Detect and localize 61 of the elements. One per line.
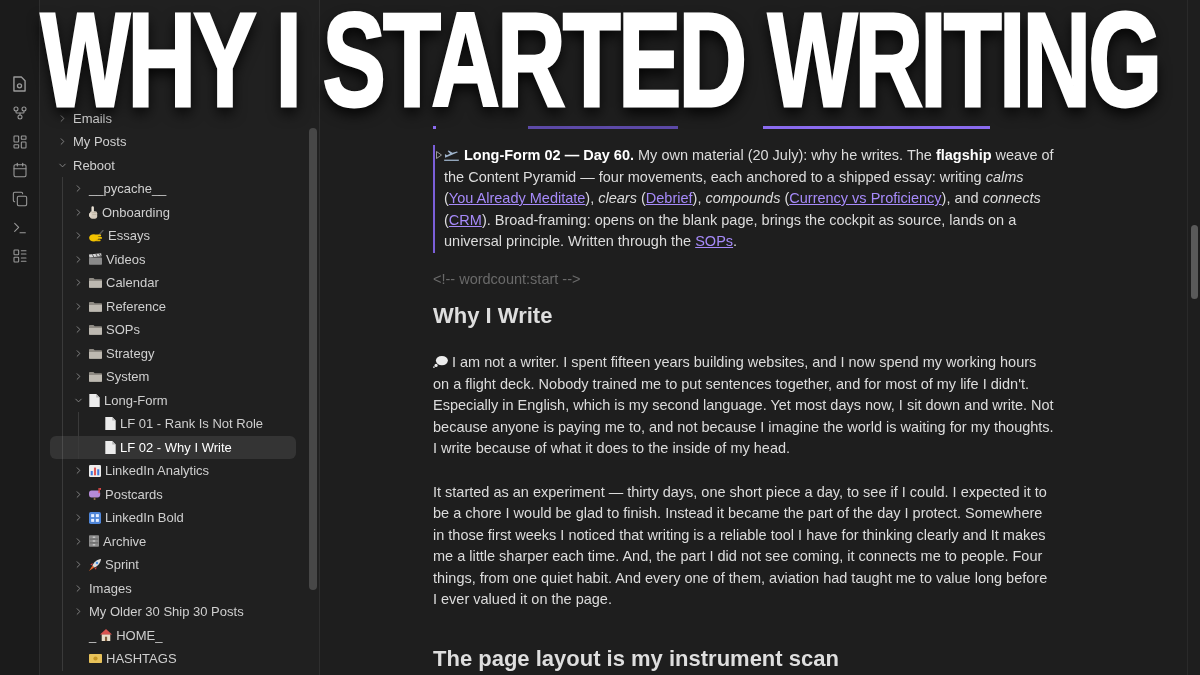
- folder-item[interactable]: Long-Form: [50, 388, 296, 412]
- copy-icon[interactable]: [11, 191, 28, 208]
- folder-item[interactable]: __pycache__: [50, 177, 296, 201]
- folder-item[interactable]: Essays: [50, 224, 296, 248]
- folder-item[interactable]: LinkedIn Analytics: [50, 459, 296, 483]
- file-item[interactable]: LF 01 - Rank Is Not Role: [50, 412, 296, 436]
- paragraph: I am not a writer. I spent fifteen years building websites, and I now spend my working hours on a flight deck. Nobody trained me to put sentences together, and for most of my life I didn't. Especially in English, which is my second language. Yet most days now, I sit down and write. Not because anyone is paying me to, and not because I imagine the world is waiting for my thoughts. I write because of what it does to the inside of my head.: [433, 353, 1055, 458]
- link[interactable]: Currency vs Proficiency: [789, 190, 942, 206]
- folder-item[interactable]: Videos: [50, 247, 296, 271]
- list-icon[interactable]: [11, 248, 28, 265]
- calendar-icon[interactable]: [11, 162, 28, 179]
- file-item[interactable]: _ HOME_: [50, 623, 296, 647]
- clapperboard-icon: [89, 253, 102, 266]
- scrollbar-thumb[interactable]: [1190, 225, 1198, 299]
- folder-icon: [89, 300, 102, 312]
- file-item[interactable]: HASHTAGS: [50, 647, 296, 671]
- folder-item[interactable]: Strategy: [50, 341, 296, 365]
- link[interactable]: CRM: [448, 211, 482, 228]
- folder-icon: [89, 347, 102, 359]
- document-icon[interactable]: [13, 76, 26, 93]
- folder-item[interactable]: SOPs: [50, 318, 296, 342]
- link[interactable]: Debrief: [645, 190, 693, 206]
- file-item[interactable]: LF 02 - Why I Write: [50, 435, 296, 459]
- document-icon: [89, 393, 100, 407]
- section-heading: The page layout is my instrument scan: [433, 644, 840, 673]
- airplane-icon: [444, 150, 459, 161]
- grid-icon[interactable]: [11, 133, 28, 150]
- fork-icon[interactable]: [11, 105, 28, 122]
- folder-icon: [89, 277, 102, 289]
- mailbox-icon: [89, 488, 101, 501]
- document-icon: [105, 417, 116, 431]
- html-comment: <!-- wordcount:start -->: [433, 269, 582, 289]
- house-icon: [100, 629, 113, 642]
- folder-item[interactable]: Reboot: [50, 153, 296, 177]
- writing-hand-icon: [89, 229, 104, 242]
- section-heading: Why I Write: [433, 302, 554, 330]
- rocket-icon: [89, 558, 101, 571]
- pointing-hand-icon: [89, 205, 98, 219]
- folder-icon: [89, 324, 102, 336]
- scrollbar-thumb[interactable]: [308, 128, 317, 590]
- folder-icon: [89, 371, 102, 383]
- thought-bubble-icon: [433, 356, 448, 368]
- banknote-icon: [89, 654, 102, 664]
- folder-item[interactable]: Calendar: [50, 271, 296, 295]
- fold-arrow-icon[interactable]: [436, 151, 442, 159]
- folder-item[interactable]: Sprint: [50, 553, 296, 577]
- folder-item[interactable]: Postcards: [50, 482, 296, 506]
- folder-item[interactable]: System: [50, 365, 296, 389]
- bar-chart-icon: [89, 464, 101, 477]
- folder-item[interactable]: LinkedIn Bold: [50, 506, 296, 530]
- paragraph: It started as an experiment — thirty days, one short piece a day, to see if I could. I expected it to be a chore I would be glad to finish. Instead it became the part of the day I protect. Somewhere in those first weeks I noticed that writing is a reliable tool I have for thinking clearly and It makes me a little sharper each time. And, the part I did not see coming, it connects me to people. Four things, from one quiet habit. And every one of them, aviation had taught me to value long before I ever valued it on the page.: [433, 482, 1049, 609]
- folder-item[interactable]: Archive: [50, 529, 296, 553]
- file-cabinet-icon: [89, 535, 99, 548]
- document-icon: [105, 440, 116, 454]
- folder-item[interactable]: My Posts: [50, 130, 296, 154]
- folder-item[interactable]: My Older 30 Ship 30 Posts: [50, 600, 296, 624]
- folder-item[interactable]: Images: [50, 576, 296, 600]
- callout-text: Long-Form 02 — Day 60. My own material (20 July): why he writes. The flagship weave of the Content Pyramid — four movements, each anchored to a shipped essay: writing calms (You Already Meditate), clears (Debrief), compounds (Currency vs Proficiency), and connects (CRM). Broad-framing: opens on the blank page, brings the cockpit as source, lands on a universal principle. Written through the SOPs.: [444, 146, 1055, 251]
- folder-item[interactable]: Onboarding: [50, 200, 296, 224]
- folder-item[interactable]: Reference: [50, 294, 296, 318]
- keypad-icon: [89, 511, 101, 524]
